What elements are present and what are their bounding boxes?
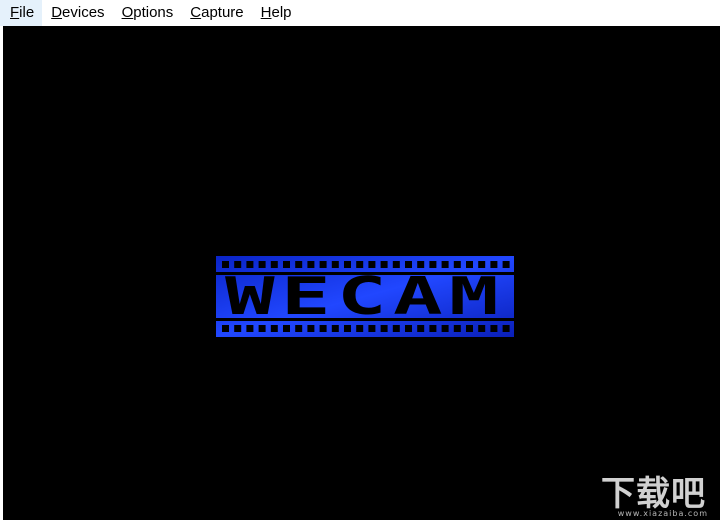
menu-help-mnemonic: H bbox=[260, 4, 272, 21]
menu-options-label: ptions bbox=[133, 4, 174, 21]
menu-file-label: ile bbox=[19, 4, 35, 21]
logo-text: WECAM bbox=[225, 267, 505, 327]
menu-options-mnemonic: O bbox=[121, 4, 134, 21]
menu-options[interactable]: Options bbox=[113, 0, 182, 26]
menu-file-mnemonic: F bbox=[10, 4, 20, 21]
menu-help-label: elp bbox=[271, 4, 292, 21]
watermark: 下载吧 www.xiazaiba.com bbox=[586, 462, 716, 520]
watermark-text: 下载吧 bbox=[601, 474, 706, 514]
menu-devices[interactable]: Devices bbox=[42, 0, 112, 26]
app-window: File Devices Options Capture Help WECAM … bbox=[0, 0, 722, 522]
menu-help[interactable]: Help bbox=[252, 0, 300, 26]
video-preview: WECAM 下载吧 www.xiazaiba.com bbox=[3, 26, 720, 520]
menu-devices-mnemonic: D bbox=[51, 4, 63, 21]
menu-capture-label: apture bbox=[201, 4, 244, 21]
wecam-logo: WECAM bbox=[216, 256, 514, 337]
menu-capture[interactable]: Capture bbox=[181, 0, 251, 26]
menu-capture-mnemonic: C bbox=[190, 4, 202, 21]
menu-devices-label: evices bbox=[62, 4, 105, 21]
menu-file[interactable]: File bbox=[0, 0, 43, 26]
watermark-url: www.xiazaiba.com bbox=[617, 509, 708, 518]
menu-bar: File Devices Options Capture Help bbox=[0, 0, 722, 26]
